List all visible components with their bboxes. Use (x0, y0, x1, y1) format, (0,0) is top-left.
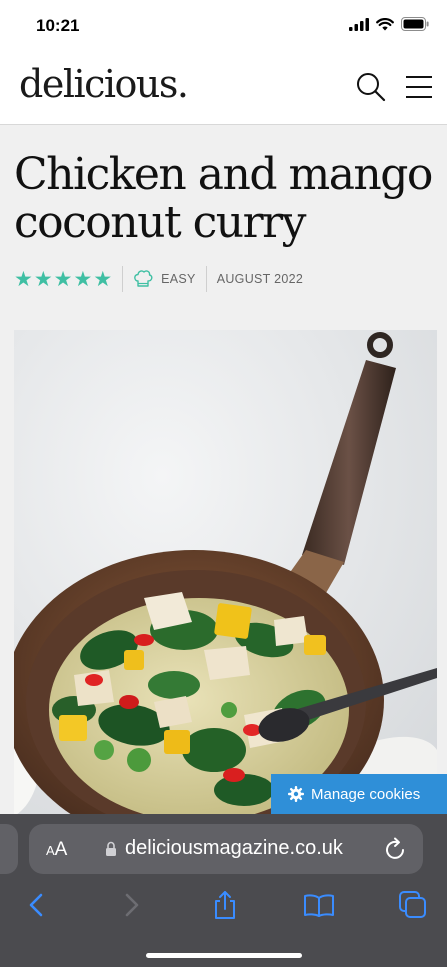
chef-hat-icon (133, 270, 153, 288)
manage-cookies-button[interactable]: Manage cookies (271, 774, 447, 814)
tabs-icon (399, 891, 426, 918)
address-bar[interactable]: AA deliciousmagazine.co.uk (29, 824, 423, 874)
search-icon (357, 73, 386, 102)
chevron-right-icon (125, 893, 139, 917)
browser-bottom-bar: AA deliciousmagazine.co.uk (0, 814, 447, 967)
back-button[interactable] (19, 888, 53, 922)
previous-tab-peek[interactable] (0, 824, 18, 874)
home-indicator[interactable] (146, 953, 302, 958)
status-time: 10:21 (36, 16, 80, 35)
star-rating[interactable]: ★ ★ ★ ★ ★ (14, 269, 112, 290)
chevron-left-icon (29, 893, 43, 917)
manage-cookies-label: Manage cookies (311, 785, 421, 803)
cellular-signal-icon (349, 17, 369, 31)
menu-button[interactable] (403, 70, 435, 104)
search-button[interactable] (355, 70, 387, 104)
book-icon (304, 894, 334, 917)
star-icon: ★ (73, 267, 93, 291)
bookmarks-button[interactable] (302, 888, 336, 922)
url-text: deliciousmagazine.co.uk (125, 837, 343, 859)
star-icon: ★ (53, 267, 73, 291)
wifi-icon (376, 17, 394, 30)
lock-icon (105, 841, 117, 862)
site-header: delicious. (0, 50, 447, 125)
recipe-meta: ★ ★ ★ ★ ★ EASY AUGUST 2022 (14, 265, 303, 293)
gear-icon (288, 786, 304, 802)
recipe-title: Chicken and mango coconut curry (14, 149, 433, 248)
star-icon: ★ (14, 267, 33, 291)
recipe-hero-image (4, 330, 437, 815)
meta-divider (205, 266, 207, 292)
article-content: Chicken and mango coconut curry ★ ★ ★ ★ … (0, 125, 447, 815)
reload-icon[interactable] (385, 837, 407, 866)
hamburger-menu-icon (406, 76, 432, 98)
meta-divider (122, 266, 124, 292)
status-icons (349, 17, 429, 31)
share-button[interactable] (208, 888, 242, 922)
tabs-button[interactable] (396, 888, 430, 922)
star-icon: ★ (93, 267, 113, 291)
share-icon (215, 891, 235, 919)
forward-button[interactable] (115, 888, 149, 922)
publish-date: AUGUST 2022 (216, 272, 304, 286)
browser-toolbar (0, 888, 447, 922)
difficulty-label: EASY (161, 272, 196, 286)
battery-icon (401, 17, 429, 31)
star-icon: ★ (33, 267, 53, 291)
status-bar: 10:21 (0, 0, 447, 50)
reader-text-size-button[interactable]: AA (46, 839, 67, 861)
site-logo[interactable]: delicious. (19, 62, 189, 106)
